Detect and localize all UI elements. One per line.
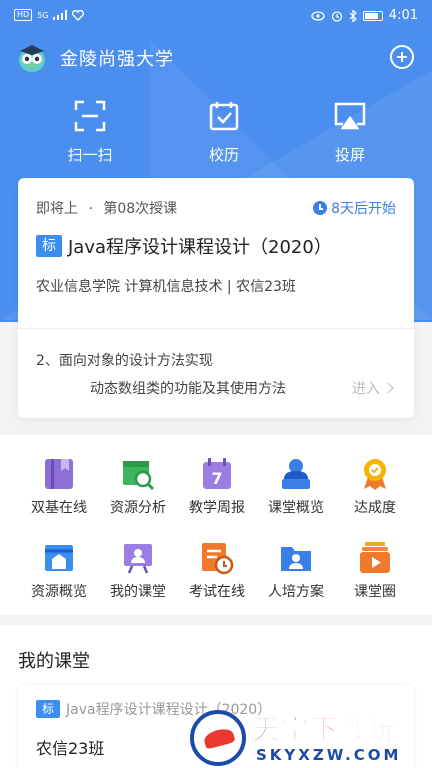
signal-icon (53, 10, 68, 20)
heart-icon (72, 9, 85, 21)
watermark-text: 天空下载玩 (251, 708, 398, 748)
clock-icon (313, 201, 328, 215)
countdown: 8天后开始 (313, 198, 396, 218)
class-name: 农信23班 (36, 739, 105, 758)
screencast-button[interactable]: 投屏 (300, 100, 400, 172)
resource-search-icon (123, 461, 155, 491)
feature-label: 资源概览 (31, 584, 87, 600)
enter-label: 进入 (352, 381, 380, 397)
course-title: Java程序设计课程设计（2020） (68, 237, 332, 258)
lesson-topic: 2、面向对象的设计方法实现 (36, 353, 213, 369)
status-bar: HD 5G 4:01 (0, 0, 432, 32)
feature-label: 课堂概览 (268, 500, 324, 516)
university-title: 金陵尚强大学 (60, 49, 174, 70)
calendar-button[interactable]: 校历 (174, 100, 274, 172)
scan-label: 扫一扫 (67, 146, 113, 164)
feature-shuangji[interactable]: 双基在线 (19, 457, 99, 517)
book-bookmark-icon (45, 459, 73, 489)
status-time: 4:01 (388, 8, 418, 23)
calendar-check-icon (209, 102, 239, 131)
bluetooth-icon (349, 9, 357, 22)
calendar-7-icon: 7 (203, 458, 231, 489)
battery-icon (362, 10, 383, 21)
watermark-logo-icon (190, 710, 246, 766)
feature-label: 课堂圈 (354, 584, 396, 600)
add-button[interactable] (390, 45, 414, 69)
feature-class-overview[interactable]: 课堂概览 (256, 457, 336, 517)
feature-label: 资源分析 (110, 500, 166, 516)
section-title: 我的课堂 (18, 651, 90, 672)
status-separator: · (88, 201, 93, 217)
feature-label: 我的课堂 (110, 584, 166, 600)
countdown-text: 8天后开始 (331, 201, 396, 217)
alarm-icon (331, 10, 342, 22)
hd-badge: HD (14, 9, 33, 21)
feature-grid: 双基在线 资源分析 7 教学周报 课堂概览 达成度 资源概览 我的课堂 考试在线… (0, 435, 432, 615)
feature-resource-overview[interactable]: 资源概览 (19, 541, 99, 601)
my-classroom-icon (124, 544, 152, 574)
enter-link[interactable]: 进入 (352, 378, 394, 398)
training-plan-icon (281, 547, 311, 571)
feature-training-plan[interactable]: 人培方案 (256, 541, 336, 601)
exam-clock-icon (202, 543, 234, 575)
network-type: 5G (37, 10, 49, 20)
course-tag: 标 (36, 700, 61, 718)
achievement-medal-icon (364, 459, 386, 490)
calendar-label: 校历 (208, 146, 239, 164)
course-info: 农业信息学院 计算机信息技术 | 农信23班 (36, 279, 296, 295)
eye-icon (311, 10, 325, 21)
watermark-url: SKYXZW.COM (256, 746, 402, 764)
feature-exam-online[interactable]: 考试在线 (177, 541, 257, 601)
feature-class-circle[interactable]: 课堂圈 (335, 541, 415, 601)
screencast-label: 投屏 (334, 146, 365, 164)
feature-my-classroom[interactable]: 我的课堂 (98, 541, 178, 601)
chevron-right-icon (382, 382, 394, 394)
feature-label: 双基在线 (31, 500, 87, 516)
session-number: 第08次授课 (103, 201, 178, 217)
resource-overview-icon (45, 545, 73, 571)
divider (18, 328, 414, 329)
class-circle-icon (360, 542, 390, 573)
class-status: 即将上 · 第08次授课 (36, 198, 177, 218)
watermark-cn-blue: 天空 (251, 713, 311, 747)
teacher-podium-icon (282, 459, 310, 489)
feature-label: 人培方案 (268, 584, 324, 600)
svg-text:7: 7 (211, 469, 222, 488)
watermark-cn-red: 下载玩 (310, 713, 398, 747)
feature-label: 考试在线 (189, 584, 245, 600)
feature-label: 教学周报 (189, 500, 245, 516)
lesson-subtopic: 动态数组类的功能及其使用方法 (90, 381, 286, 397)
screen-cast-icon (334, 102, 366, 130)
scan-icon (74, 100, 106, 132)
feature-resource-analysis[interactable]: 资源分析 (98, 457, 178, 517)
owl-mascot-icon (19, 45, 45, 72)
feature-weekly-report[interactable]: 7 教学周报 (177, 457, 257, 517)
scan-button[interactable]: 扫一扫 (40, 100, 140, 172)
status-text: 即将上 (36, 201, 78, 217)
course-tag: 标 (36, 235, 62, 257)
feature-achievement[interactable]: 达成度 (335, 457, 415, 517)
upcoming-class-card[interactable]: 即将上 · 第08次授课 8天后开始 标 Java程序设计课程设计（2020） … (18, 178, 414, 418)
watermark: 天空下载玩 SKYXZW.COM (190, 706, 422, 768)
app-bar: 金陵尚强大学 (0, 38, 432, 78)
feature-label: 达成度 (354, 500, 396, 516)
